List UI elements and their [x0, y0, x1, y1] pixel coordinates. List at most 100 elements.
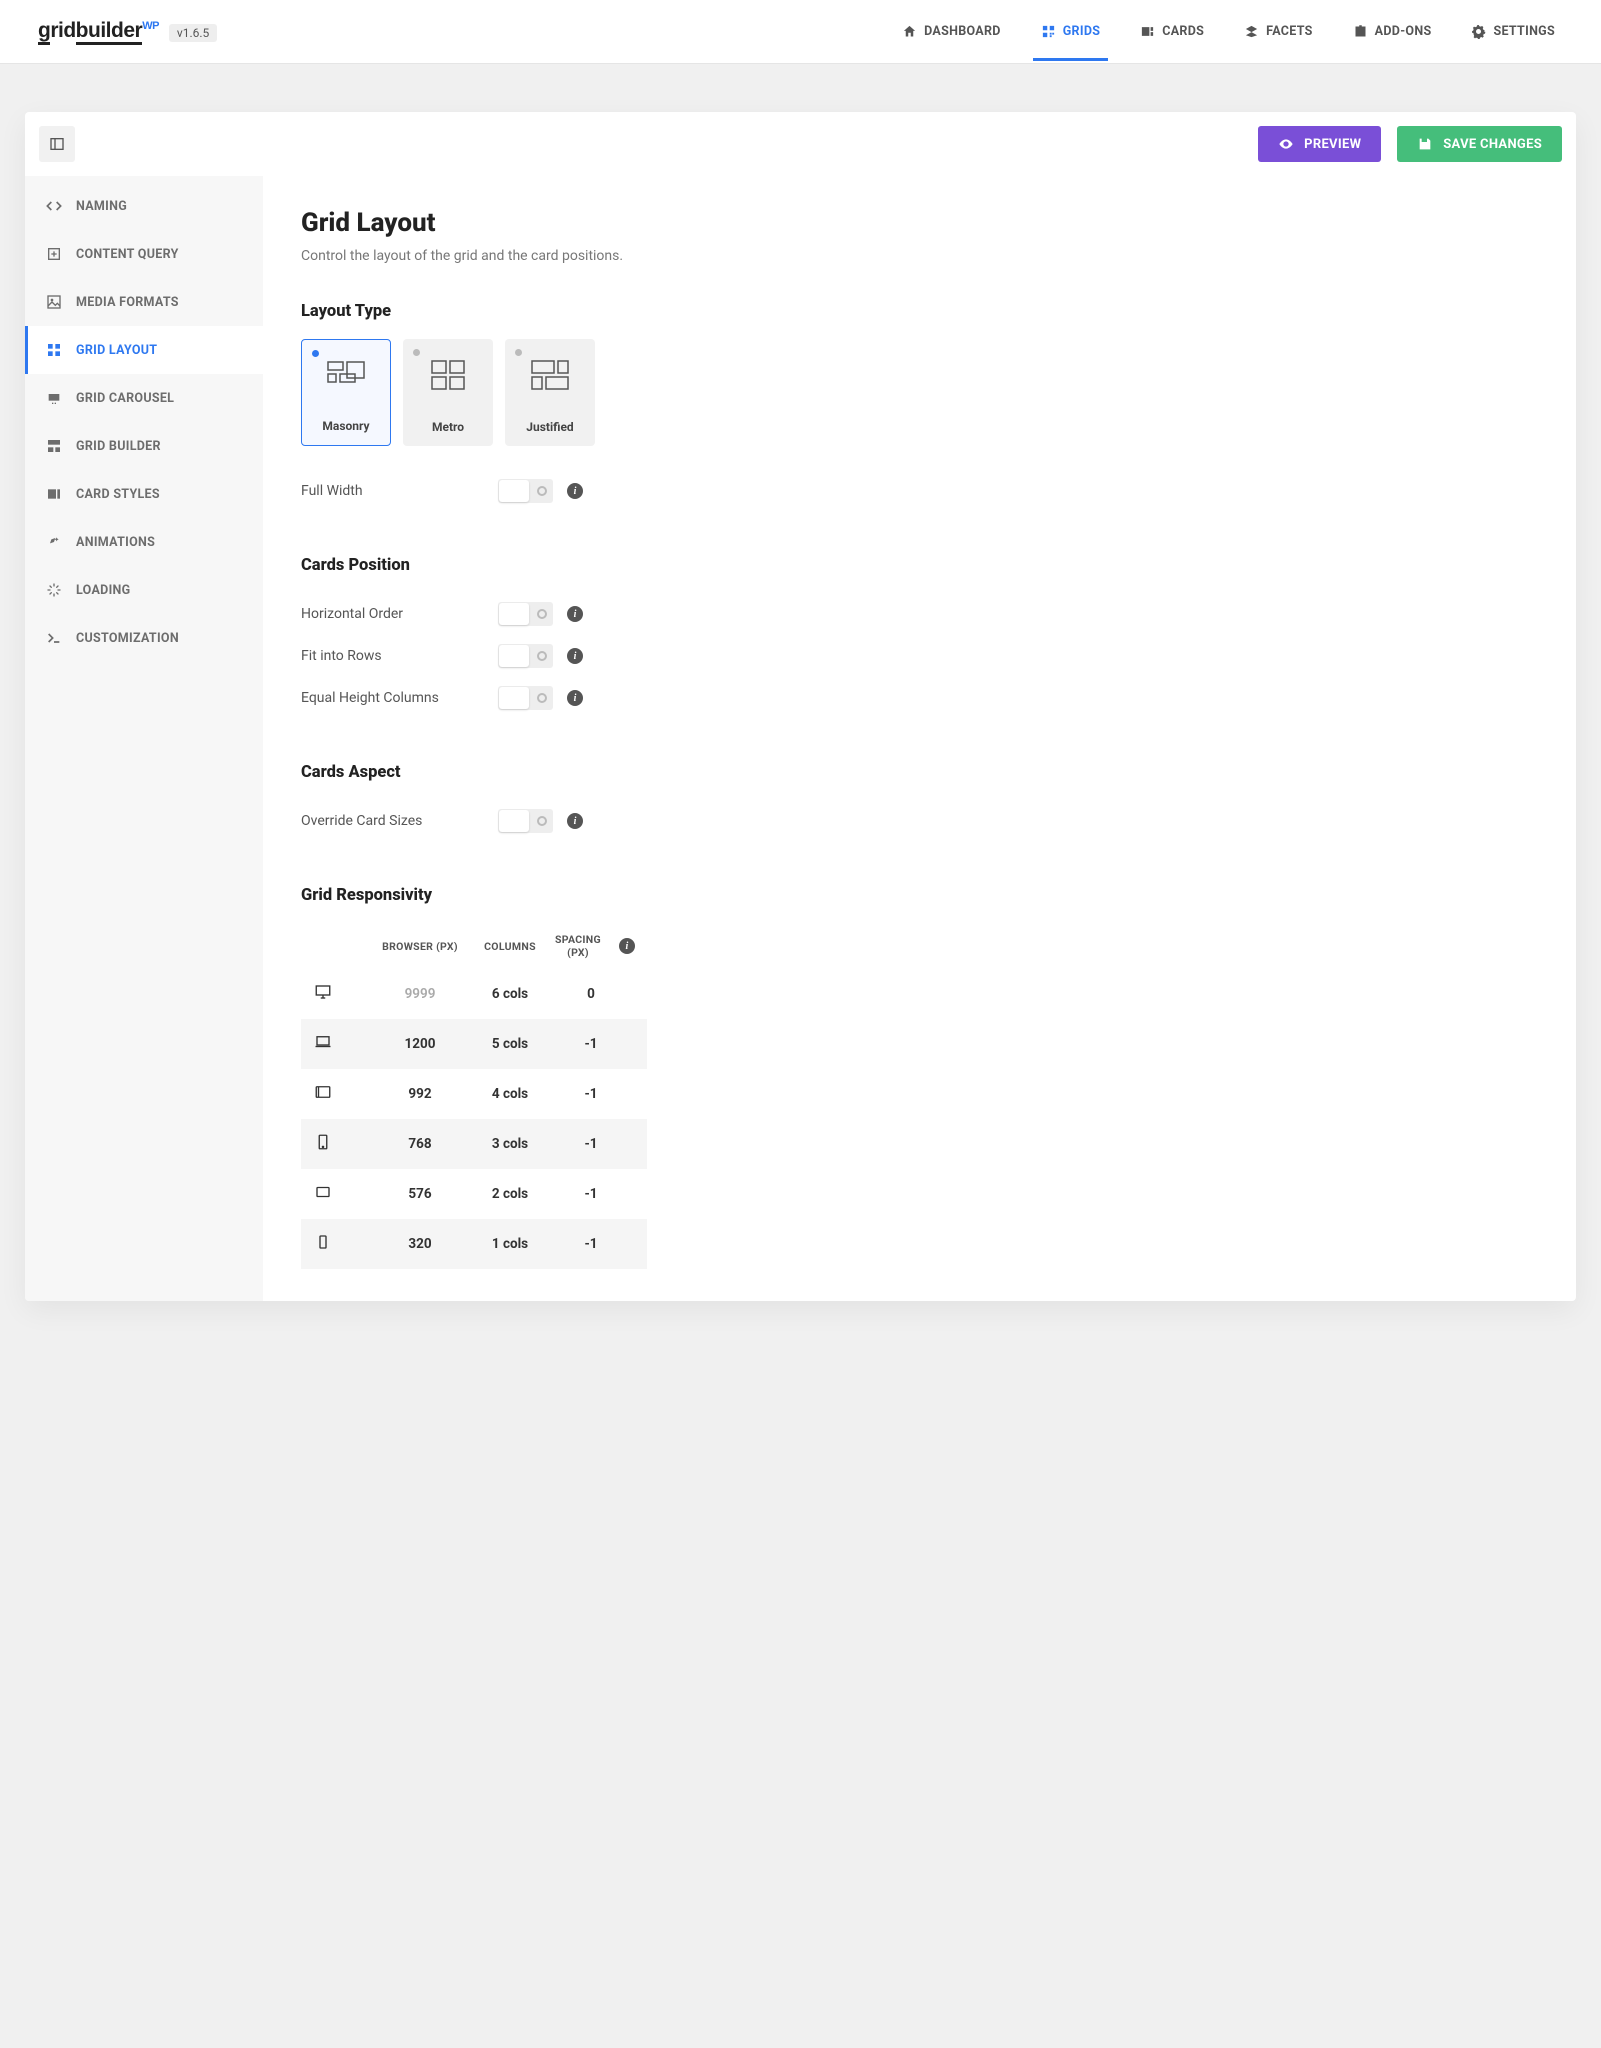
- home-icon: [902, 24, 917, 39]
- sidebar-item-label: NAMING: [76, 199, 127, 214]
- sidebar-item-grid-layout[interactable]: GRID LAYOUT: [25, 326, 263, 374]
- tile-justified[interactable]: Justified: [505, 339, 595, 446]
- content: Grid Layout Control the layout of the gr…: [263, 176, 1576, 1301]
- nav-label: SETTINGS: [1493, 24, 1555, 39]
- info-icon[interactable]: i: [619, 938, 635, 954]
- nav-facets[interactable]: FACETS: [1236, 2, 1321, 61]
- toggle-equal-height-columns[interactable]: [498, 686, 553, 710]
- info-icon[interactable]: i: [567, 606, 583, 622]
- cell-columns: 4 cols: [473, 1086, 547, 1102]
- responsivity-row[interactable]: 3201 cols-1: [301, 1219, 647, 1269]
- page-subtitle: Control the layout of the grid and the c…: [301, 248, 1538, 264]
- sidebar-item-animations[interactable]: ANIMATIONS: [25, 518, 263, 566]
- toggle-full-width[interactable]: [498, 479, 553, 503]
- save-label: SAVE CHANGES: [1443, 137, 1542, 152]
- preview-label: PREVIEW: [1304, 137, 1361, 152]
- preview-button[interactable]: PREVIEW: [1258, 126, 1381, 162]
- setting-label: Fit into Rows: [301, 648, 498, 664]
- toggle-horizontal-order[interactable]: [498, 602, 553, 626]
- sidebar-item-grid-builder[interactable]: GRID BUILDER: [25, 422, 263, 470]
- tile-radio-dot: [515, 349, 522, 356]
- tile-radio-dot: [312, 350, 319, 357]
- nav-label: GRIDS: [1063, 24, 1101, 39]
- tile-label: Masonry: [322, 419, 369, 433]
- sidebar-item-media-formats[interactable]: MEDIA FORMATS: [25, 278, 263, 326]
- sidebar-item-label: LOADING: [76, 583, 130, 598]
- styles-icon: [46, 486, 62, 502]
- nav-dashboard[interactable]: DASHBOARD: [894, 2, 1009, 61]
- info-icon[interactable]: i: [567, 648, 583, 664]
- section-heading-cards-position: Cards Position: [301, 556, 1538, 575]
- cell-spacing: -1: [547, 1186, 635, 1202]
- tile-masonry[interactable]: Masonry: [301, 339, 391, 446]
- nav-label: DASHBOARD: [924, 24, 1001, 39]
- brand: gridbuilderWP v1.6.5: [38, 19, 217, 45]
- nav-settings[interactable]: SETTINGS: [1463, 2, 1563, 61]
- section-heading-layout-type: Layout Type: [301, 302, 1538, 321]
- setting-label: Horizontal Order: [301, 606, 498, 622]
- sidebar-item-label: GRID BUILDER: [76, 439, 161, 454]
- nav-items: DASHBOARD GRIDS CARDS FACETS ADD-ONS SET…: [894, 2, 1563, 61]
- layout-icon: [46, 342, 62, 358]
- setting-equal-height-columns: Equal Height Columns i: [301, 677, 1538, 719]
- cards-icon: [1140, 24, 1155, 39]
- setting-override-card-sizes: Override Card Sizes i: [301, 800, 1538, 842]
- device-icon: [313, 1183, 367, 1205]
- save-button[interactable]: SAVE CHANGES: [1397, 126, 1562, 162]
- sidebar-item-card-styles[interactable]: CARD STYLES: [25, 470, 263, 518]
- page-title: Grid Layout: [301, 208, 1538, 238]
- sidebar-item-content-query[interactable]: CONTENT QUERY: [25, 230, 263, 278]
- responsivity-row[interactable]: 5762 cols-1: [301, 1169, 647, 1219]
- sidebar-item-label: GRID LAYOUT: [76, 343, 157, 358]
- nav-label: CARDS: [1162, 24, 1204, 39]
- nav-grids[interactable]: GRIDS: [1033, 2, 1109, 61]
- topnav: gridbuilderWP v1.6.5 DASHBOARD GRIDS CAR…: [0, 0, 1601, 64]
- sidebar-item-naming[interactable]: NAMING: [25, 182, 263, 230]
- sidebar-item-grid-carousel[interactable]: GRID CAROUSEL: [25, 374, 263, 422]
- setting-label: Override Card Sizes: [301, 813, 498, 829]
- toggle-fit-into-rows[interactable]: [498, 644, 553, 668]
- device-icon: [313, 1233, 367, 1255]
- nav-addons[interactable]: ADD-ONS: [1345, 2, 1440, 61]
- responsivity-row[interactable]: 9924 cols-1: [301, 1069, 647, 1119]
- section-heading-grid-responsivity: Grid Responsivity: [301, 886, 1538, 905]
- setting-full-width: Full Width i: [301, 470, 1538, 512]
- setting-fit-into-rows: Fit into Rows i: [301, 635, 1538, 677]
- cell-columns: 1 cols: [473, 1236, 547, 1252]
- sidebar-item-loading[interactable]: LOADING: [25, 566, 263, 614]
- cell-spacing: -1: [547, 1036, 635, 1052]
- info-icon[interactable]: i: [567, 690, 583, 706]
- cell-browser: 576: [367, 1186, 473, 1202]
- responsivity-head: BROWSER (PX) COLUMNS SPACING (PX) i: [301, 923, 647, 969]
- responsivity-row[interactable]: 7683 cols-1: [301, 1119, 647, 1169]
- responsivity-row[interactable]: 99996 cols0: [301, 969, 647, 1019]
- addons-icon: [1353, 24, 1368, 39]
- cell-columns: 2 cols: [473, 1186, 547, 1202]
- device-icon: [313, 1083, 367, 1105]
- cell-spacing: -1: [547, 1086, 635, 1102]
- eye-icon: [1278, 136, 1294, 152]
- nav-cards[interactable]: CARDS: [1132, 2, 1212, 61]
- cell-browser: 320: [367, 1236, 473, 1252]
- sidebar-item-label: MEDIA FORMATS: [76, 295, 179, 310]
- tile-metro[interactable]: Metro: [403, 339, 493, 446]
- toggle-override-card-sizes[interactable]: [498, 809, 553, 833]
- cell-browser: 1200: [367, 1036, 473, 1052]
- setting-label: Equal Height Columns: [301, 690, 498, 706]
- cell-columns: 5 cols: [473, 1036, 547, 1052]
- image-icon: [46, 294, 62, 310]
- sidebar-item-label: CUSTOMIZATION: [76, 631, 179, 646]
- setting-label: Full Width: [301, 483, 498, 499]
- info-icon[interactable]: i: [567, 813, 583, 829]
- panel-toolbar: PREVIEW SAVE CHANGES: [25, 112, 1576, 176]
- tile-radio-dot: [413, 349, 420, 356]
- layout-type-tiles: Masonry Metro Justified: [301, 339, 1538, 446]
- brand-version: v1.6.5: [169, 24, 217, 42]
- toggle-sidebar-button[interactable]: [39, 126, 75, 162]
- tile-label: Metro: [432, 420, 464, 434]
- responsivity-row[interactable]: 12005 cols-1: [301, 1019, 647, 1069]
- info-icon[interactable]: i: [567, 483, 583, 499]
- sidebar-item-label: ANIMATIONS: [76, 535, 155, 550]
- code-icon: [46, 198, 62, 214]
- sidebar-item-customization[interactable]: CUSTOMIZATION: [25, 614, 263, 662]
